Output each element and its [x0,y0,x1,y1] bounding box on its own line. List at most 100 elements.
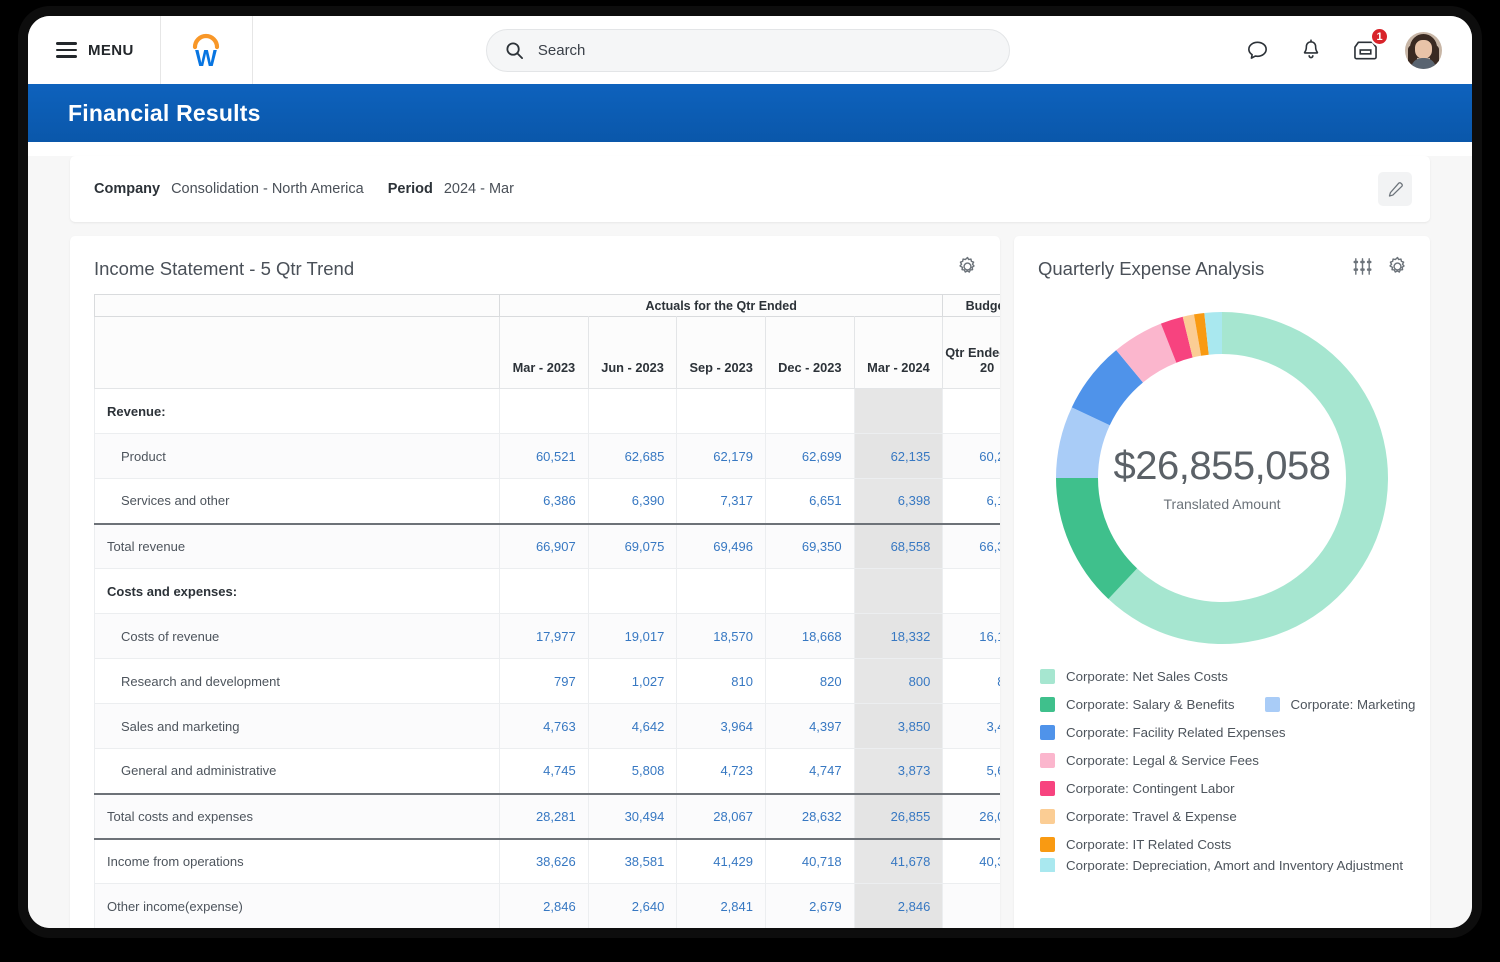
expense-donut-chart[interactable]: $26,855,058 Translated Amount [1052,308,1392,648]
search-input[interactable]: Search [486,29,1010,72]
income-statement-header-actions [957,256,978,282]
row-label[interactable]: Costs of revenue [95,614,500,659]
row-value[interactable]: 18,570 [677,614,766,659]
row-value[interactable]: 17,977 [500,614,589,659]
menu-button[interactable]: MENU [28,16,161,84]
col-header-budget-qtr[interactable]: Qtr Ended M - 20 [943,317,1000,389]
row-value[interactable]: 62,699 [765,434,854,479]
row-value[interactable]: 66,907 [500,524,589,569]
row-label[interactable]: Research and development [95,659,500,704]
row-value[interactable]: 3,964 [677,704,766,749]
row-value[interactable]: 1,027 [588,659,677,704]
edit-criteria-button[interactable] [1378,172,1412,206]
row-value[interactable]: 19,017 [588,614,677,659]
row-label[interactable]: General and administrative [95,749,500,794]
row-value[interactable]: 18,668 [765,614,854,659]
row-value[interactable]: 60,521 [500,434,589,479]
legend-item[interactable]: Corporate: Facility Related Expenses [1040,725,1286,740]
row-value[interactable]: 28,632 [765,794,854,839]
row-value[interactable]: 60,247 [943,434,1000,479]
row-value[interactable]: 3,873 [854,749,943,794]
row-value[interactable]: 5,808 [588,749,677,794]
row-value[interactable]: 41,429 [677,839,766,884]
row-value[interactable]: 2,846 [854,884,943,929]
row-value[interactable]: 3,462 [943,704,1000,749]
row-value[interactable]: 40,354 [943,839,1000,884]
row-value[interactable]: 4,747 [765,749,854,794]
row-value[interactable]: 6,131 [943,479,1000,524]
row-value[interactable]: 6,390 [588,479,677,524]
row-value[interactable]: 4,397 [765,704,854,749]
row-value[interactable]: 2,841 [677,884,766,929]
row-value[interactable]: 69,075 [588,524,677,569]
row-value[interactable]: 817 [943,659,1000,704]
donut-segment[interactable] [1056,478,1137,599]
row-value[interactable]: 41,678 [854,839,943,884]
row-value[interactable]: 2,679 [765,884,854,929]
search-area: Search [253,29,1243,72]
row-value[interactable]: 2,846 [500,884,589,929]
row-value[interactable]: 62,685 [588,434,677,479]
row-label[interactable]: Services and other [95,479,500,524]
col-header-mar-2024[interactable]: Mar - 2024 [854,317,943,389]
row-value[interactable]: 3,850 [854,704,943,749]
row-value[interactable]: 40,718 [765,839,854,884]
row-value[interactable]: 16,128 [943,614,1000,659]
income-statement-table-scroll[interactable]: Actuals for the Qtr Ended Budget Mar - 2… [70,294,1000,928]
col-header-dec-2023[interactable]: Dec - 2023 [765,317,854,389]
row-value[interactable]: 4,723 [677,749,766,794]
workday-logo[interactable]: W [161,16,253,84]
row-value[interactable]: 7,317 [677,479,766,524]
col-header-jun-2023[interactable]: Jun - 2023 [588,317,677,389]
row-value[interactable]: 18,332 [854,614,943,659]
row-label[interactable]: Product [95,434,500,479]
row-value[interactable]: 69,350 [765,524,854,569]
row-value[interactable]: 28,067 [677,794,766,839]
row-value[interactable]: 69,496 [677,524,766,569]
row-value[interactable]: 2,640 [588,884,677,929]
row-value[interactable]: 62,135 [854,434,943,479]
row-value[interactable]: 26,024 [943,794,1000,839]
row-value[interactable]: 28,281 [500,794,589,839]
col-header-mar-2023[interactable]: Mar - 2023 [500,317,589,389]
row-value[interactable]: 800 [854,659,943,704]
row-value[interactable]: 797 [500,659,589,704]
row-value[interactable]: 4,763 [500,704,589,749]
legend-item[interactable]: Corporate: IT Related Costs [1040,837,1231,852]
report-criteria-bar: Company Consolidation - North America Pe… [70,156,1430,222]
row-value[interactable]: 38,626 [500,839,589,884]
col-header-sep-2023[interactable]: Sep - 2023 [677,317,766,389]
notification-bell-icon[interactable] [1297,36,1325,64]
legend-item[interactable]: Corporate: Contingent Labor [1040,781,1235,796]
period-value[interactable]: 2024 - Mar [444,181,514,197]
row-value[interactable]: 4,745 [500,749,589,794]
legend-item[interactable]: Corporate: Legal & Service Fees [1040,753,1259,768]
row-value[interactable]: 820 [765,659,854,704]
gear-icon[interactable] [1387,256,1408,282]
row-value[interactable]: 68,558 [854,524,943,569]
row-value[interactable]: 30,494 [588,794,677,839]
row-value[interactable]: 62,179 [677,434,766,479]
legend-item[interactable]: Corporate: Net Sales Costs [1040,669,1228,684]
row-value[interactable]: 810 [677,659,766,704]
row-value[interactable]: 5,617 [943,749,1000,794]
legend-item[interactable]: Corporate: Depreciation, Amort and Inven… [1040,858,1403,872]
legend-item[interactable]: Corporate: Salary & Benefits [1040,697,1235,712]
legend-item[interactable]: Corporate: Travel & Expense [1040,809,1237,824]
legend-item[interactable]: Corporate: Marketing [1265,697,1416,712]
row-label[interactable]: Sales and marketing [95,704,500,749]
sliders-filter-icon[interactable] [1352,256,1373,282]
row-value[interactable]: 6,398 [854,479,943,524]
row-value[interactable]: 66,378 [943,524,1000,569]
row-value[interactable]: 38,581 [588,839,677,884]
user-avatar[interactable] [1405,32,1442,69]
row-value[interactable]: 6,386 [500,479,589,524]
row-value[interactable]: 6,651 [765,479,854,524]
company-value[interactable]: Consolidation - North America [171,181,364,197]
chat-bubble-icon[interactable] [1243,36,1271,64]
row-value[interactable]: 4,642 [588,704,677,749]
row-value[interactable]: 0 [943,884,1000,929]
row-value[interactable]: 26,855 [854,794,943,839]
inbox-icon[interactable]: 1 [1351,36,1379,64]
gear-icon[interactable] [957,256,978,282]
